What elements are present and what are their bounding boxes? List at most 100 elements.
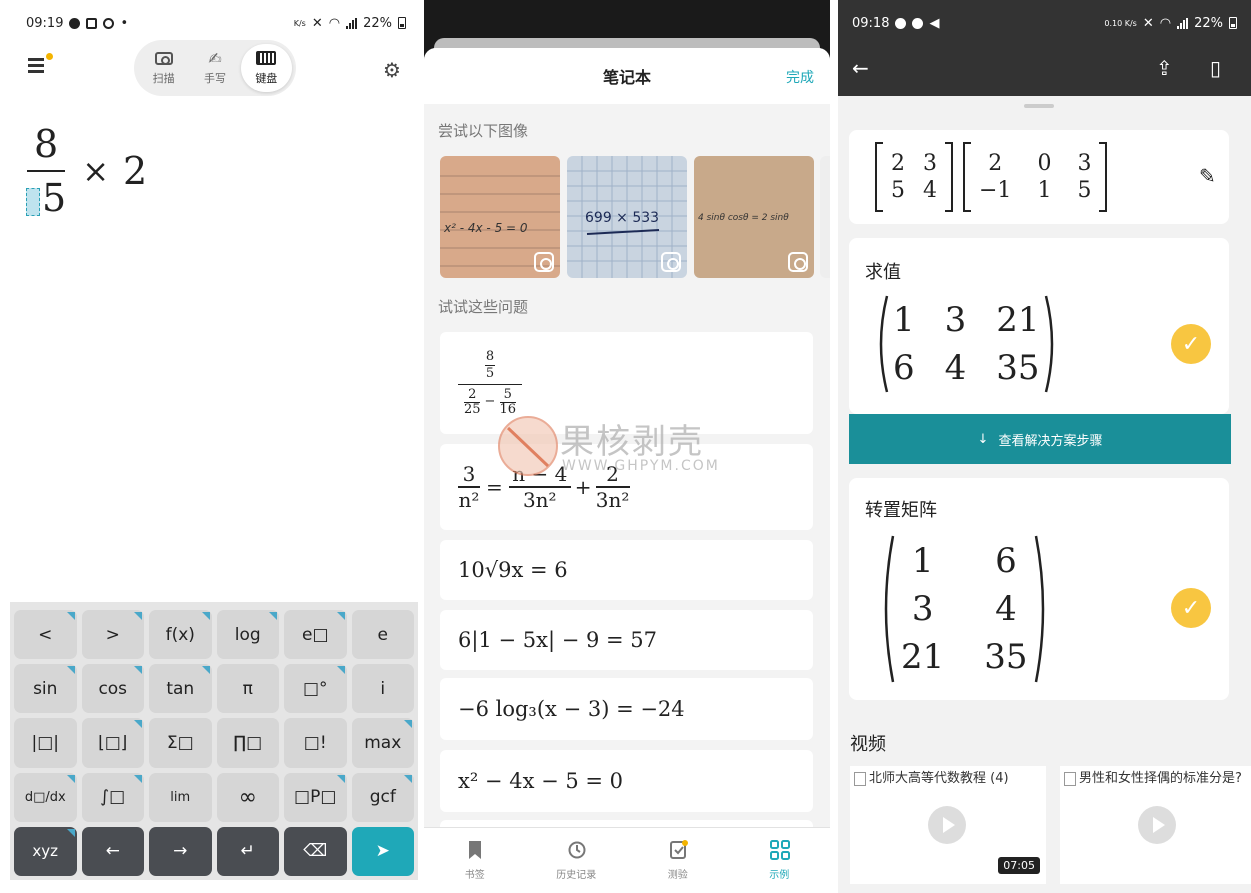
- key-sum[interactable]: Σ□: [149, 718, 212, 768]
- example-image-3[interactable]: 4 sinθ cosθ = 2 sinθ: [694, 156, 814, 278]
- edit-pencil-icon[interactable]: ✎: [1199, 164, 1216, 188]
- denominator: 5: [42, 176, 67, 220]
- done-button[interactable]: 完成: [786, 67, 814, 87]
- video-1-duration: 07:05: [998, 857, 1040, 874]
- input-matrix-b: 2 03 −1 1 5: [963, 142, 1108, 212]
- scan-icon: [788, 252, 808, 272]
- view-solution-steps-button[interactable]: ↓ 查看解决方案步骤: [849, 414, 1231, 464]
- bookmark-icon[interactable]: ▯: [1210, 56, 1221, 80]
- key-e[interactable]: e: [351, 610, 414, 660]
- mode-handwrite-button[interactable]: ✍ 手写: [189, 44, 240, 92]
- share-icon[interactable]: ⇪: [1156, 56, 1173, 80]
- problem-card-1[interactable]: 8 5 2 25 − 5 16: [440, 332, 813, 434]
- key-function[interactable]: f(x): [149, 610, 212, 660]
- notebook-menu-icon[interactable]: [28, 58, 46, 76]
- section-try-images: 尝试以下图像: [438, 122, 529, 140]
- settings-gear-icon[interactable]: ⚙: [382, 60, 402, 80]
- key-floor[interactable]: ⌊□⌋: [81, 718, 144, 768]
- p1-top-num: 8: [485, 348, 495, 364]
- input-problem-card[interactable]: 23 54 203 −1 1 5 ✎: [849, 130, 1229, 224]
- problem-card-3[interactable]: 10√9x = 6: [440, 540, 813, 600]
- key-degree[interactable]: □°: [284, 664, 347, 714]
- matrix-solution-panel: 09:18 ◀ 0.10 K/s ✕ ◠ 22% ← ⇪ ▯ 23 54 2 0…: [838, 0, 1251, 893]
- mode-handwrite-label: 手写: [203, 72, 226, 85]
- key-limit[interactable]: lim: [149, 772, 212, 822]
- mode-scan-button[interactable]: 扫描: [138, 44, 189, 92]
- input-matrices: 23 54 203 −1 1 5: [875, 142, 1108, 212]
- video-2-title: 男性和女性择偶的标准分是?: [1079, 771, 1242, 786]
- tab-bookmarks[interactable]: 书签: [424, 828, 526, 893]
- arrow-left-icon[interactable]: ←: [81, 826, 144, 876]
- key-greater-than[interactable]: >: [81, 610, 144, 660]
- video-card-1[interactable]: 北师大高等代数教程 (4) 07:05: [850, 766, 1046, 884]
- key-abs[interactable]: |□|: [14, 718, 77, 768]
- key-infinity[interactable]: ∞: [216, 772, 279, 822]
- key-exp[interactable]: e□: [284, 610, 347, 660]
- signal-icon: [346, 17, 358, 29]
- image-2-equation: 699 × 533: [585, 210, 659, 226]
- problem-card-5[interactable]: −6 log₃(x − 3) = −24: [440, 678, 813, 740]
- key-cos[interactable]: cos: [81, 664, 144, 714]
- notebook-sheet: 笔记本 完成 尝试以下图像 x² - 4x - 5 = 0 699 × 533 …: [424, 48, 830, 893]
- matrix-cell: 35: [984, 637, 1028, 677]
- key-i[interactable]: i: [351, 664, 414, 714]
- sheet-title: 笔记本: [602, 68, 651, 87]
- paren-right: [1044, 295, 1053, 393]
- matrix-cell: 2: [988, 151, 1003, 176]
- tab-examples[interactable]: 示例: [729, 828, 831, 893]
- video-card-2[interactable]: 男性和女性择偶的标准分是?: [1060, 766, 1251, 884]
- wifi-icon: ◠: [328, 15, 341, 31]
- key-integral[interactable]: ∫□: [81, 772, 144, 822]
- key-less-than[interactable]: <: [14, 610, 77, 660]
- arrow-right-icon[interactable]: →: [149, 826, 212, 876]
- problem-card-6[interactable]: x² − 4x − 5 = 0: [440, 750, 813, 812]
- key-factorial[interactable]: □!: [284, 718, 347, 768]
- key-max[interactable]: max: [351, 718, 414, 768]
- matrix-cell: 6: [893, 348, 915, 388]
- notification-icon: [69, 17, 81, 29]
- tab-history[interactable]: 历史记录: [526, 828, 628, 893]
- p2-m-den: 3n²: [522, 487, 557, 512]
- battery-icon: [1229, 17, 1237, 29]
- problem-card-4[interactable]: 6|1 − 5x| − 9 = 57: [440, 610, 813, 670]
- p1-minus: −: [484, 394, 496, 409]
- check-icon: ✓: [1171, 588, 1211, 628]
- key-pi[interactable]: π: [216, 664, 279, 714]
- example-image-2[interactable]: 699 × 533: [567, 156, 687, 278]
- scan-icon: [661, 252, 681, 272]
- key-product[interactable]: ∏□: [216, 718, 279, 768]
- key-sin[interactable]: sin: [14, 664, 77, 714]
- key-log[interactable]: log: [216, 610, 279, 660]
- example-image-4-partial[interactable]: [820, 156, 830, 278]
- backspace-icon[interactable]: ⌫: [284, 826, 347, 876]
- key-permutation[interactable]: □P□: [284, 772, 347, 822]
- mode-keyboard-button[interactable]: 键盘: [240, 44, 292, 92]
- matrix-cell: 4: [923, 178, 937, 203]
- problem-card-2[interactable]: 3 n² = n − 4 3n² + 2 3n²: [440, 444, 813, 530]
- p6-text: x² − 4x − 5 = 0: [458, 769, 624, 793]
- transpose-label: 转置矩阵: [865, 500, 937, 521]
- tab-bookmarks-label: 书签: [464, 870, 485, 881]
- key-gcf[interactable]: gcf: [351, 772, 414, 822]
- submit-send-icon[interactable]: ➤: [351, 826, 414, 876]
- transpose-card: 转置矩阵 1 6 3 4 21 35 ✓: [849, 478, 1229, 700]
- back-arrow-icon[interactable]: ←: [852, 56, 869, 80]
- battery-percent: 22%: [1194, 15, 1223, 31]
- section-try-problems: 试试这些问题: [438, 298, 529, 316]
- key-derivative[interactable]: d□/dx: [14, 772, 77, 822]
- hand-write-icon: ✍: [208, 48, 222, 68]
- sheet-grabber[interactable]: [1024, 104, 1054, 108]
- tab-quiz[interactable]: 测验: [627, 828, 729, 893]
- math-input-expression[interactable]: 8 5 × 2: [26, 122, 147, 220]
- key-tan[interactable]: tan: [149, 664, 212, 714]
- enter-icon[interactable]: ↵: [216, 826, 279, 876]
- key-variables[interactable]: xyz: [14, 826, 77, 876]
- history-icon: [567, 840, 586, 860]
- matrix-cell: 2: [891, 151, 905, 176]
- status-dot: •: [120, 15, 129, 31]
- sheet-header: 笔记本 完成: [424, 48, 830, 104]
- matrix-cell: 5: [1077, 178, 1092, 203]
- example-image-1[interactable]: x² - 4x - 5 = 0: [440, 156, 560, 278]
- play-icon: [1138, 806, 1176, 844]
- matrix-cell: 3: [911, 589, 934, 629]
